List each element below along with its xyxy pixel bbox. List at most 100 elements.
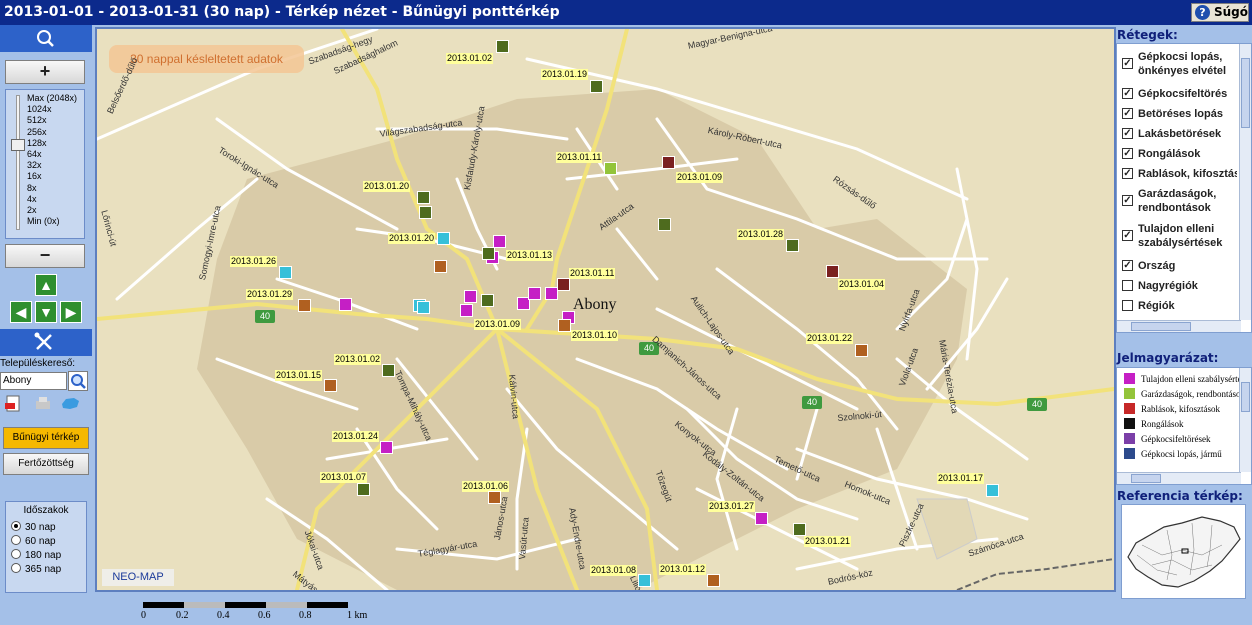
- layer-checkbox[interactable]: ✓: [1122, 88, 1133, 99]
- incident-marker-icon[interactable]: [298, 299, 311, 312]
- layer-checkbox[interactable]: ✓: [1122, 195, 1133, 206]
- zoom-out-button[interactable]: −: [5, 244, 85, 268]
- layer-item[interactable]: ✓ Tulajdon elleni szabálysértések: [1122, 222, 1237, 250]
- period-option[interactable]: 60 nap: [11, 535, 56, 548]
- layer-checkbox[interactable]: ✓: [1122, 58, 1133, 69]
- layer-checkbox[interactable]: ✓: [1122, 148, 1133, 159]
- layer-item[interactable]: ✓ Rongálások: [1122, 147, 1237, 161]
- layer-item[interactable]: ✓ Gépkocsifeltörés: [1122, 87, 1237, 101]
- incident-marker-icon[interactable]: [417, 301, 430, 314]
- incident-marker-icon[interactable]: [357, 483, 370, 496]
- layer-item[interactable]: ✓ Garázdaságok, rendbontások: [1122, 187, 1237, 215]
- incident-marker-icon[interactable]: [482, 247, 495, 260]
- radio-icon[interactable]: [11, 521, 21, 531]
- incident-marker-icon[interactable]: [558, 319, 571, 332]
- layers-list[interactable]: ✓ Gépkocsi lopás, önkényes elvétel ✓ Gépkoc…: [1116, 43, 1252, 333]
- print-icon[interactable]: [33, 394, 53, 414]
- layer-item[interactable]: ✓ Rablások, kifosztások: [1122, 167, 1237, 181]
- zoom-level[interactable]: 1024x: [27, 104, 77, 115]
- crime-map-button[interactable]: Bűnügyi térkép: [3, 427, 89, 449]
- layer-item[interactable]: ✓ Betöréses lopás: [1122, 107, 1237, 121]
- incident-marker-icon[interactable]: [707, 574, 720, 587]
- layer-checkbox[interactable]: ✓: [1122, 260, 1133, 271]
- layer-checkbox[interactable]: [1122, 280, 1133, 291]
- layer-checkbox[interactable]: ✓: [1122, 108, 1133, 119]
- incident-marker-icon[interactable]: [662, 156, 675, 169]
- layer-item[interactable]: Nagyrégiók: [1122, 279, 1237, 293]
- incident-marker-icon[interactable]: [545, 287, 558, 300]
- incident-marker-icon[interactable]: [464, 290, 477, 303]
- incident-marker-icon[interactable]: [590, 80, 603, 93]
- layer-checkbox[interactable]: [1122, 300, 1133, 311]
- zoom-level[interactable]: Max (2048x): [27, 93, 77, 104]
- settlement-search-input[interactable]: Abony: [0, 372, 67, 390]
- layer-checkbox[interactable]: ✓: [1122, 230, 1133, 241]
- radio-icon[interactable]: [11, 563, 21, 573]
- infection-button[interactable]: Fertőzöttség: [3, 453, 89, 475]
- reference-map[interactable]: [1121, 504, 1246, 599]
- incident-marker-icon[interactable]: [557, 278, 570, 291]
- zoom-thumb[interactable]: [11, 139, 25, 151]
- help-button[interactable]: ? Súgó: [1191, 3, 1249, 22]
- legend-horizontal-scrollbar[interactable]: [1117, 472, 1241, 484]
- radio-icon[interactable]: [11, 549, 21, 559]
- legend-list[interactable]: Tulajdon elleni szabálysértések Garázdasá…: [1116, 367, 1252, 485]
- incident-marker-icon[interactable]: [638, 574, 651, 587]
- map-view[interactable]: 30 nappal késleltetett adatok Abony NEO-…: [95, 27, 1116, 592]
- zoom-in-button[interactable]: +: [5, 60, 85, 84]
- incident-marker-icon[interactable]: [339, 298, 352, 311]
- incident-marker-icon[interactable]: [786, 239, 799, 252]
- layer-item[interactable]: ✓ Lakásbetörések: [1122, 127, 1237, 141]
- zoom-level[interactable]: 256x: [27, 127, 77, 138]
- incident-marker-icon[interactable]: [481, 294, 494, 307]
- radio-icon[interactable]: [11, 535, 21, 545]
- incident-marker-icon[interactable]: [460, 304, 473, 317]
- layer-item[interactable]: ✓ Gépkocsi lopás, önkényes elvétel: [1122, 50, 1237, 78]
- layers-vertical-scrollbar[interactable]: [1239, 44, 1251, 320]
- incident-marker-icon[interactable]: [658, 218, 671, 231]
- incident-marker-icon[interactable]: [434, 260, 447, 273]
- incident-marker-icon[interactable]: [324, 379, 337, 392]
- incident-marker-icon[interactable]: [419, 206, 432, 219]
- period-option[interactable]: 180 nap: [11, 549, 61, 562]
- zoom-level[interactable]: Min (0x): [27, 216, 77, 227]
- zoom-track[interactable]: [16, 95, 20, 230]
- pdf-export-icon[interactable]: [4, 394, 24, 414]
- hungary-map-icon[interactable]: [60, 394, 80, 414]
- incident-marker-icon[interactable]: [380, 441, 393, 454]
- incident-marker-icon[interactable]: [279, 266, 292, 279]
- zoom-level[interactable]: 2x: [27, 205, 77, 216]
- incident-marker-icon[interactable]: [793, 523, 806, 536]
- zoom-level[interactable]: 512x: [27, 115, 77, 126]
- incident-marker-icon[interactable]: [382, 364, 395, 377]
- search-button[interactable]: [68, 371, 88, 391]
- period-option[interactable]: 365 nap: [11, 563, 61, 576]
- pan-left-button[interactable]: ◀: [10, 301, 32, 323]
- pan-right-button[interactable]: ▶: [60, 301, 82, 323]
- pan-down-button[interactable]: ▼: [35, 301, 57, 323]
- incident-marker-icon[interactable]: [437, 232, 450, 245]
- zoom-level[interactable]: 16x: [27, 171, 77, 182]
- legend-vertical-scrollbar[interactable]: [1239, 368, 1251, 472]
- zoom-level[interactable]: 128x: [27, 138, 77, 149]
- layer-item[interactable]: ✓ Ország: [1122, 259, 1237, 273]
- incident-marker-icon[interactable]: [755, 512, 768, 525]
- layer-checkbox[interactable]: ✓: [1122, 168, 1133, 179]
- incident-marker-icon[interactable]: [528, 287, 541, 300]
- zoom-level[interactable]: 64x: [27, 149, 77, 160]
- layer-checkbox[interactable]: ✓: [1122, 128, 1133, 139]
- zoom-level[interactable]: 32x: [27, 160, 77, 171]
- incident-marker-icon[interactable]: [417, 191, 430, 204]
- zoom-level[interactable]: 8x: [27, 183, 77, 194]
- incident-marker-icon[interactable]: [855, 344, 868, 357]
- incident-marker-icon[interactable]: [826, 265, 839, 278]
- layer-item[interactable]: Régiók: [1122, 299, 1237, 313]
- incident-marker-icon[interactable]: [496, 40, 509, 53]
- zoom-level[interactable]: 4x: [27, 194, 77, 205]
- incident-marker-icon[interactable]: [604, 162, 617, 175]
- period-option[interactable]: 30 nap: [11, 521, 56, 534]
- layers-horizontal-scrollbar[interactable]: [1117, 320, 1241, 332]
- pan-up-button[interactable]: ▲: [35, 274, 57, 296]
- incident-marker-icon[interactable]: [986, 484, 999, 497]
- incident-marker-icon[interactable]: [488, 491, 501, 504]
